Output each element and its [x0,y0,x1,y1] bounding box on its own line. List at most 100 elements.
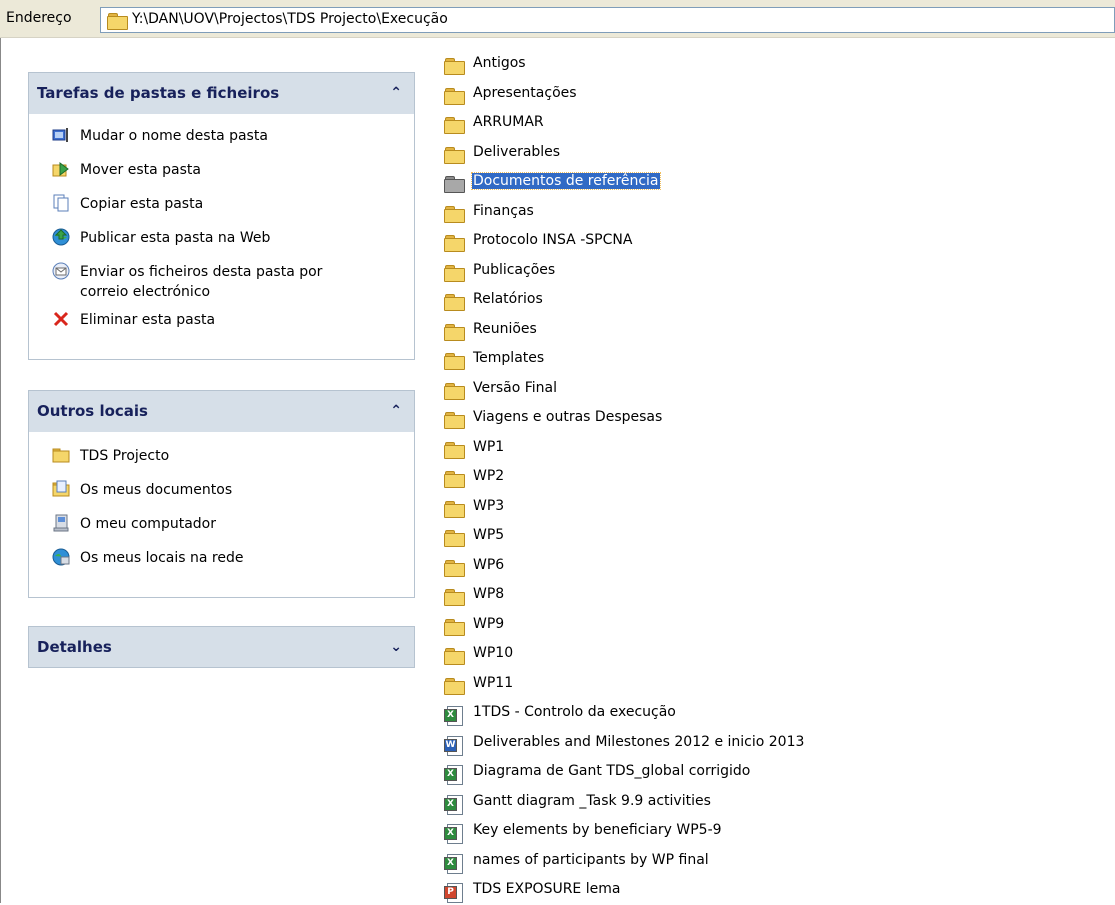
folder-icon [444,382,465,400]
my-documents-icon [52,480,70,498]
place-my-documents[interactable]: Os meus documentos [52,480,233,500]
folder-icon [444,146,465,164]
folder-tasks-panel: Tarefas de pastas e ficheiros ⌃ Mudar o … [28,72,415,360]
folder-icon [444,618,465,636]
item-name: WP2 [473,468,505,484]
folder-icon [444,87,465,105]
address-label: Endereço [6,10,72,26]
task-label: Mover esta pasta [80,162,202,178]
folder-tasks-title: Tarefas de pastas e ficheiros [37,84,280,102]
excel-file-icon: X [444,765,464,785]
details-title: Detalhes [37,638,112,656]
excel-file-icon: X [444,854,464,874]
folder-icon [444,175,465,193]
task-label: Copiar esta pasta [80,196,204,212]
task-label: Mudar o nome desta pasta [80,128,268,144]
item-name: Versão Final [473,380,558,396]
folder-icon [444,264,465,282]
folder-icon [107,12,128,30]
place-my-computer[interactable]: O meu computador [53,514,216,534]
rename-folder-link[interactable]: Mudar o nome desta pasta [52,126,268,146]
folder-icon [444,559,465,577]
item-name: Diagrama de Gant TDS_global corrigido [473,763,751,779]
excel-file-icon: X [444,706,464,726]
chevron-up-icon[interactable]: ⌃ [390,85,402,101]
item-name: TDS EXPOSURE lema [473,881,621,897]
item-name: Relatórios [473,291,543,307]
item-name: WP3 [473,498,505,514]
chevron-up-icon[interactable]: ⌃ [390,403,402,419]
delete-icon [52,310,70,328]
address-bar: Endereço Y:\DAN\UOV\Projectos\TDS Projec… [0,0,1115,38]
word-file-icon: W [444,736,464,756]
place-label: Os meus documentos [80,482,233,498]
item-name: WP10 [473,645,514,661]
folder-icon [52,446,70,464]
powerpoint-file-icon: P [444,883,464,903]
chevron-down-icon[interactable]: ⌄ [390,639,402,655]
place-label: TDS Projecto [80,448,170,464]
folder-icon [444,323,465,341]
item-name: 1TDS - Controlo da execução [473,704,676,720]
other-places-body: TDS Projecto Os meus documentos O meu co… [28,432,415,598]
item-name: WP6 [473,557,505,573]
item-name: Publicações [473,262,556,278]
folder-icon [444,116,465,134]
folder-icon [444,352,465,370]
folder-icon [444,234,465,252]
publish-web-link[interactable]: Publicar esta pasta na Web [52,228,271,248]
folder-icon [444,500,465,518]
email-folder-link[interactable]: Enviar os ficheiros desta pasta por corr… [52,262,323,302]
task-label: Enviar os ficheiros desta pasta por [80,264,323,280]
item-name: Documentos de referência [471,172,661,190]
folder-tasks-body: Mudar o nome desta pasta Mover esta past… [28,114,415,360]
item-name: WP9 [473,616,505,632]
folder-icon [444,677,465,695]
item-name: ARRUMAR [473,114,544,130]
folder-icon [444,470,465,488]
place-label: O meu computador [80,516,216,532]
item-name: Deliverables [473,144,561,160]
details-header[interactable]: Detalhes ⌄ [28,626,415,668]
item-name: Templates [473,350,545,366]
folder-tasks-header[interactable]: Tarefas de pastas e ficheiros ⌃ [28,72,415,114]
item-name: Gantt diagram _Task 9.9 activities [473,793,711,809]
address-path: Y:\DAN\UOV\Projectos\TDS Projecto\Execuç… [132,11,448,27]
move-icon [52,160,70,178]
folder-icon [444,57,465,75]
item-name: Viagens e outras Despesas [473,409,663,425]
task-pane: Tarefas de pastas e ficheiros ⌃ Mudar o … [0,38,437,903]
folder-icon [444,411,465,429]
details-panel: Detalhes ⌄ [28,626,415,668]
item-name: names of participants by WP final [473,852,709,868]
excel-file-icon: X [444,824,464,844]
item-name: Key elements by beneficiary WP5-9 [473,822,722,838]
item-name: Apresentações [473,85,577,101]
excel-file-icon: X [444,795,464,815]
place-network[interactable]: Os meus locais na rede [52,548,244,568]
copy-folder-link[interactable]: Copiar esta pasta [53,194,204,214]
move-folder-link[interactable]: Mover esta pasta [52,160,202,180]
item-name: Antigos [473,55,526,71]
rename-icon [52,126,70,144]
folder-icon [444,588,465,606]
folder-icon [444,647,465,665]
place-tds-projecto[interactable]: TDS Projecto [52,446,170,466]
folder-icon [444,293,465,311]
item-name: Finanças [473,203,534,219]
item-name: Reuniões [473,321,537,337]
copy-icon [52,194,70,212]
publish-web-icon [52,228,70,246]
email-icon [52,262,70,280]
task-label: Publicar esta pasta na Web [80,230,271,246]
item-name: WP1 [473,439,505,455]
item-name: WP11 [473,675,514,691]
other-places-header[interactable]: Outros locais ⌃ [28,390,415,432]
folder-icon [444,529,465,547]
delete-folder-link[interactable]: Eliminar esta pasta [53,310,216,330]
task-label: Eliminar esta pasta [80,312,216,328]
address-input[interactable]: Y:\DAN\UOV\Projectos\TDS Projecto\Execuç… [100,7,1115,33]
place-label: Os meus locais na rede [80,550,244,566]
folder-icon [444,205,465,223]
item-name: Protocolo INSA -SPCNA [473,232,633,248]
